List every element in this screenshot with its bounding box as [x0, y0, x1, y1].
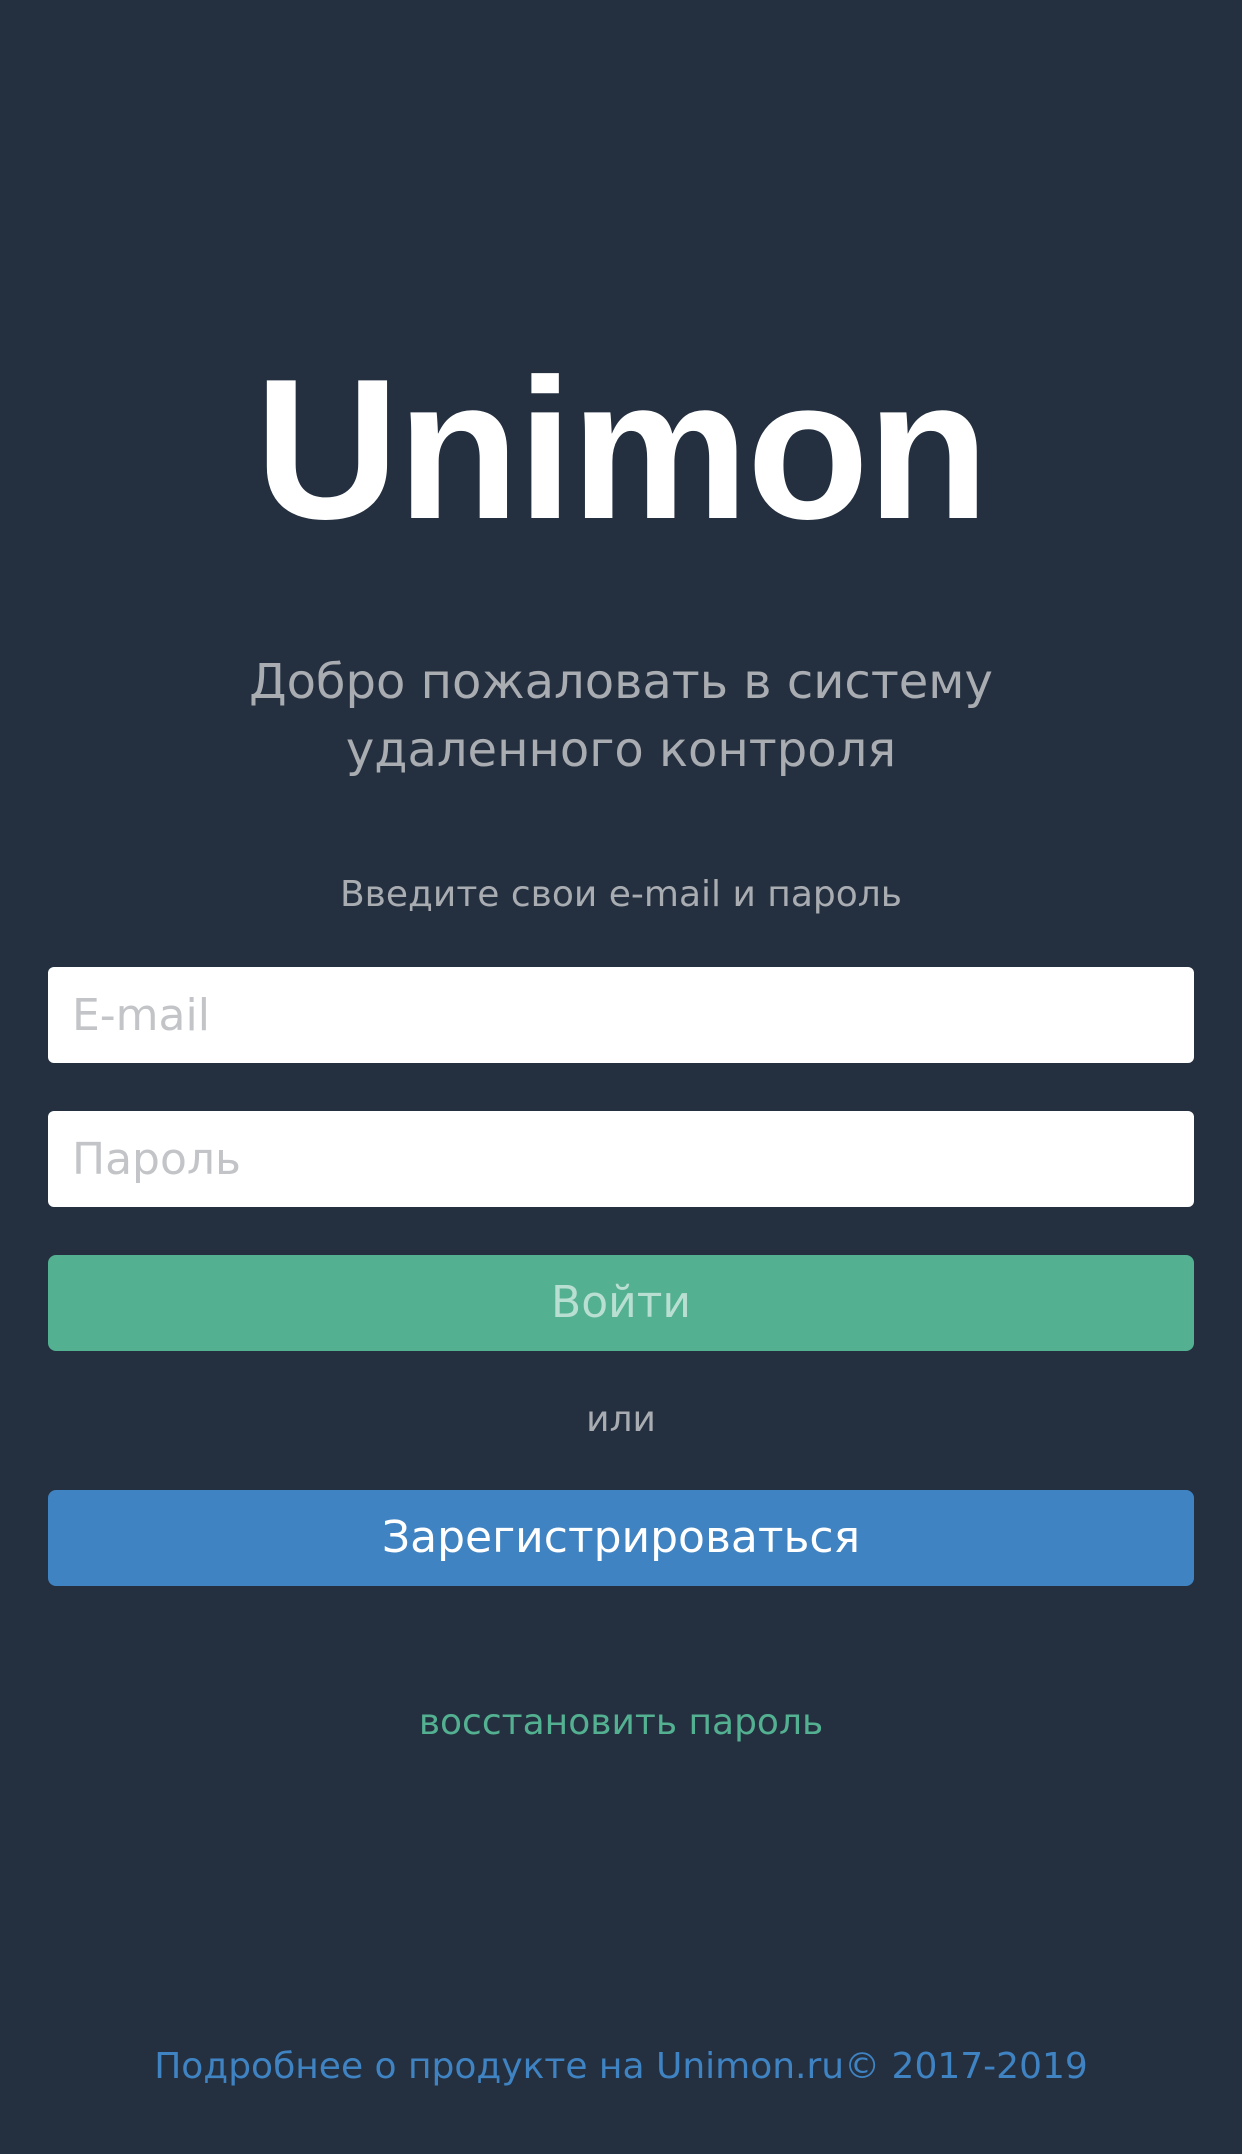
app-logo: Unimon [254, 338, 989, 561]
welcome-line-1: Добро пожаловать в систему [249, 654, 993, 710]
login-button[interactable]: Войти [48, 1255, 1194, 1351]
email-field[interactable] [48, 967, 1194, 1063]
welcome-message: Добро пожаловать в систему удаленного ко… [0, 648, 1242, 784]
footer-product-link[interactable]: Подробнее о продукте на Unimon.ru© 2017-… [154, 2046, 1088, 2087]
login-hint: Введите свои e-mail и пароль [339, 874, 903, 915]
footer: Подробнее о продукте на Unimon.ru© 2017-… [0, 2042, 1242, 2092]
welcome-line-2: удаленного контроля [345, 722, 897, 778]
or-separator: или [586, 1399, 656, 1440]
register-button[interactable]: Зарегистрироваться [48, 1490, 1194, 1586]
password-field[interactable] [48, 1111, 1194, 1207]
restore-password-link[interactable]: восстановить пароль [0, 1698, 1242, 1748]
